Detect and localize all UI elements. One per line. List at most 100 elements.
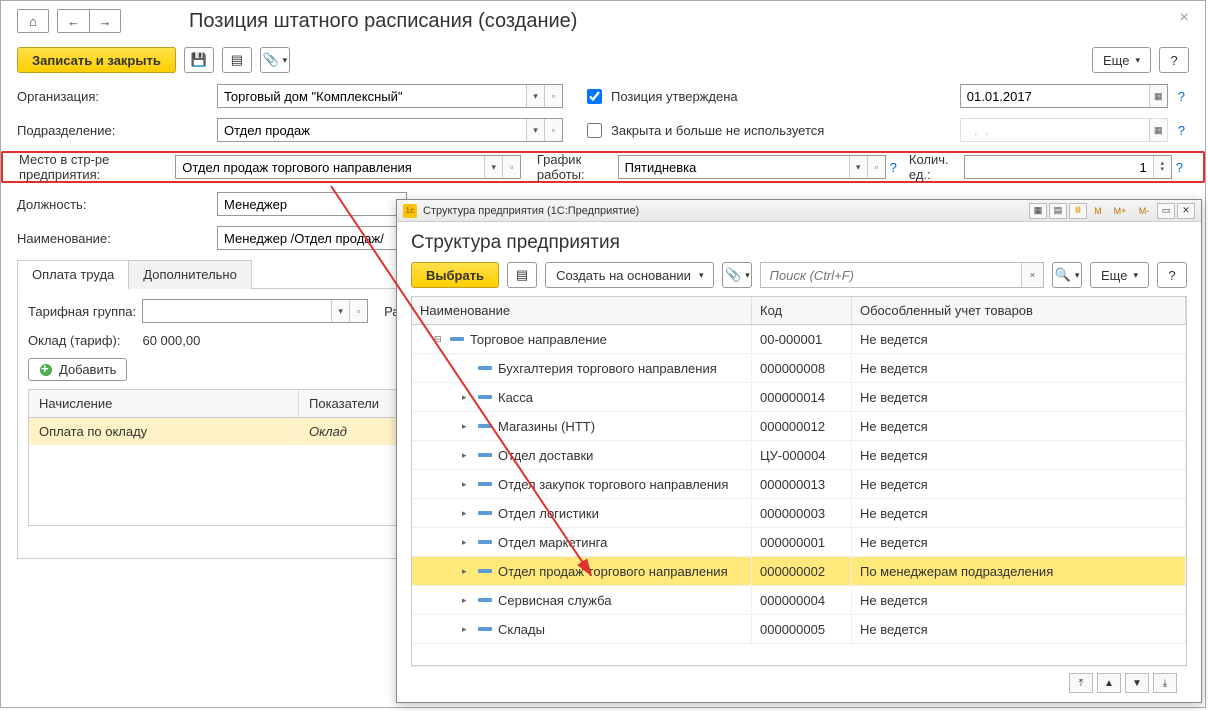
list-icon-button[interactable]: ▤ (222, 47, 252, 73)
name-field[interactable] (217, 226, 407, 250)
tree-row-sep: Не ведется (852, 470, 1186, 498)
attach-icon-button[interactable]: 📎▾ (260, 47, 290, 73)
date-field[interactable]: ▦ (960, 84, 1168, 108)
scroll-bottom-icon[interactable]: ⤓ (1153, 673, 1177, 693)
search-button[interactable]: 🔍▾ (1052, 262, 1082, 288)
tree-row[interactable]: ▸Отдел закупок торгового направления0000… (412, 470, 1186, 499)
dlg-more-button[interactable]: Еще▾ (1090, 262, 1149, 288)
home-button[interactable]: ⌂ (17, 9, 49, 33)
tree-row[interactable]: ▸Отдел доставкиЦУ-000004Не ведется (412, 441, 1186, 470)
open-icon[interactable]: ▫ (502, 156, 520, 178)
qty-input[interactable] (965, 156, 1153, 178)
tb-grid-icon[interactable]: ▦ (1029, 203, 1047, 219)
tab-extra[interactable]: Дополнительно (128, 260, 252, 289)
position-input[interactable] (218, 193, 406, 215)
close-icon[interactable]: × (1180, 9, 1189, 27)
dropdown-icon[interactable]: ▾ (526, 119, 544, 141)
qty-help-icon[interactable]: ? (1172, 160, 1187, 175)
calendar-icon[interactable]: ▦ (1149, 119, 1167, 141)
open-icon[interactable]: ▫ (544, 85, 562, 107)
tree-row-sep: Не ведется (852, 441, 1186, 469)
dialog-close-icon[interactable]: ✕ (1177, 203, 1195, 219)
tree-row[interactable]: ▸Отдел логистики000000003Не ведется (412, 499, 1186, 528)
tree-row[interactable]: ▸Отдел продаж торгового направления00000… (412, 557, 1186, 586)
create-based-button[interactable]: Создать на основании▾ (545, 262, 714, 288)
place-input[interactable] (176, 156, 484, 178)
tb-mminus-button[interactable]: M- (1133, 203, 1155, 219)
forward-button[interactable]: → (89, 9, 121, 33)
tree-row[interactable]: ▸Сервисная служба000000004Не ведется (412, 586, 1186, 615)
closed-help-icon[interactable]: ? (1174, 123, 1189, 138)
tariff-group-input[interactable] (143, 300, 331, 322)
org-input[interactable] (218, 85, 526, 107)
dropdown-icon[interactable]: ▾ (849, 156, 867, 178)
expand-icon[interactable]: ▸ (462, 421, 472, 432)
save-close-button[interactable]: Записать и закрыть (17, 47, 176, 73)
tree-row[interactable]: ▸Отдел маркетинга000000001Не ведется (412, 528, 1186, 557)
dropdown-icon[interactable]: ▾ (331, 300, 349, 322)
closed-checkbox[interactable] (587, 123, 602, 138)
date-input[interactable] (961, 85, 1149, 107)
closed-date-input[interactable] (961, 119, 1149, 141)
qty-field[interactable]: ▴▾ (964, 155, 1172, 179)
schedule-input[interactable] (619, 156, 849, 178)
tree-row[interactable]: ▸Склады000000005Не ведется (412, 615, 1186, 644)
dlg-attach-icon[interactable]: 📎▾ (722, 262, 752, 288)
help-button[interactable]: ? (1159, 47, 1189, 73)
expand-icon[interactable]: ▸ (462, 508, 472, 519)
tree-row[interactable]: Бухгалтерия торгового направления0000000… (412, 354, 1186, 383)
search-field[interactable]: × (760, 262, 1044, 288)
more-button[interactable]: Еще▾ (1092, 47, 1151, 73)
org-field[interactable]: ▾ ▫ (217, 84, 563, 108)
tariff-group-field[interactable]: ▾ ▫ (142, 299, 368, 323)
expand-icon[interactable]: ▸ (462, 624, 472, 635)
position-field[interactable] (217, 192, 407, 216)
expand-icon[interactable]: ▸ (462, 537, 472, 548)
dialog-heading: Структура предприятия (411, 232, 1187, 254)
open-icon[interactable]: ▫ (544, 119, 562, 141)
scroll-up-icon[interactable]: ▲ (1097, 673, 1121, 693)
place-field[interactable]: ▾ ▫ (175, 155, 521, 179)
scroll-down-icon[interactable]: ▼ (1125, 673, 1149, 693)
expand-icon[interactable]: ▸ (462, 566, 472, 577)
scroll-top-icon[interactable]: ⤒ (1069, 673, 1093, 693)
dropdown-icon[interactable]: ▾ (484, 156, 502, 178)
date-help-icon[interactable]: ? (1174, 89, 1189, 104)
dlg-list-icon[interactable]: ▤ (507, 262, 537, 288)
select-button[interactable]: Выбрать (411, 262, 499, 288)
dialog-min-icon[interactable]: ▭ (1157, 203, 1175, 219)
clear-search-icon[interactable]: × (1021, 263, 1043, 287)
schedule-field[interactable]: ▾ ▫ (618, 155, 886, 179)
calendar-icon[interactable]: ▦ (1149, 85, 1167, 107)
tree-row[interactable]: ▸Магазины (НТТ)000000012Не ведется (412, 412, 1186, 441)
schedule-help-icon[interactable]: ? (886, 160, 901, 175)
save-icon-button[interactable]: 💾 (184, 47, 214, 73)
expand-icon[interactable]: ⊟ (434, 334, 444, 345)
search-input[interactable] (761, 263, 1021, 287)
dlg-help-button[interactable]: ? (1157, 262, 1187, 288)
open-icon[interactable]: ▫ (867, 156, 885, 178)
name-input[interactable] (218, 227, 406, 249)
closed-date-field[interactable]: ▦ (960, 118, 1168, 142)
tb-cal-icon[interactable]: Ⅲ (1069, 203, 1087, 219)
dept-field[interactable]: ▾ ▫ (217, 118, 563, 142)
tree-row[interactable]: ⊟Торговое направление00-000001Не ведется (412, 325, 1186, 354)
spinner-icon[interactable]: ▴▾ (1153, 156, 1171, 178)
back-button[interactable]: ← (57, 9, 89, 33)
tab-pay[interactable]: Оплата труда (17, 260, 129, 289)
expand-icon[interactable]: ▸ (462, 595, 472, 606)
open-icon[interactable]: ▫ (349, 300, 367, 322)
expand-icon[interactable]: ▸ (462, 450, 472, 461)
dept-input[interactable] (218, 119, 526, 141)
add-button[interactable]: Добавить (28, 358, 127, 381)
approved-checkbox[interactable] (587, 89, 602, 104)
tree-row-name: Отдел продаж торгового направления (498, 564, 728, 579)
tb-m-button[interactable]: M (1089, 203, 1107, 219)
expand-icon[interactable]: ▸ (462, 392, 472, 403)
dropdown-icon[interactable]: ▾ (526, 85, 544, 107)
tree-row-code: 000000014 (752, 383, 852, 411)
tree-row[interactable]: ▸Касса000000014Не ведется (412, 383, 1186, 412)
tb-calc-icon[interactable]: ▤ (1049, 203, 1067, 219)
expand-icon[interactable]: ▸ (462, 479, 472, 490)
tb-mplus-button[interactable]: M+ (1109, 203, 1131, 219)
